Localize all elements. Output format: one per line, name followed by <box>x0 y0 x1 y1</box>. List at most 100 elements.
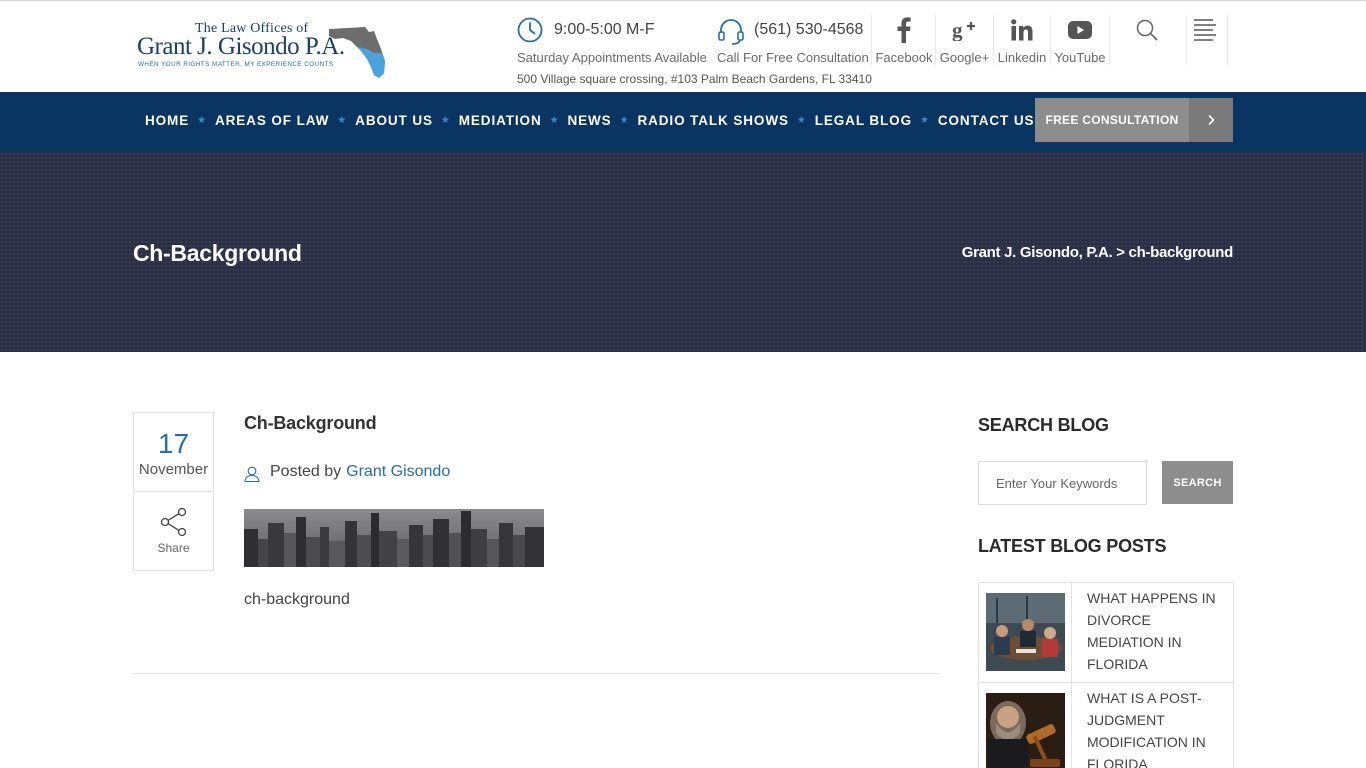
blog-search-button[interactable]: SEARCH <box>1162 461 1233 504</box>
phone-number[interactable]: (561) 530-4568 <box>754 21 863 39</box>
hours-text: 9:00-5:00 M-F <box>554 21 655 38</box>
star-icon: ★ <box>549 115 560 126</box>
latest-post-item[interactable]: What Happens in Divorce Mediation in Flo… <box>979 583 1233 683</box>
facebook-label: Facebook <box>875 50 933 65</box>
free-consultation-button[interactable]: FREE CONSULTATION <box>1035 98 1233 142</box>
city-skyline-image <box>244 509 544 567</box>
headset-icon <box>718 19 744 45</box>
header-divider <box>1186 15 1187 65</box>
breadcrumb[interactable]: Grant J. Gisondo, P.A. > ch-background <box>962 244 1234 261</box>
linkedin-link[interactable]: Linkedin <box>994 14 1050 66</box>
chevron-right-icon <box>1189 98 1233 142</box>
search-icon <box>1136 19 1158 41</box>
post-title[interactable]: Ch-Background <box>244 413 377 434</box>
nav-item-news[interactable]: NEWS <box>567 113 611 128</box>
post-thumbnail-mediation[interactable] <box>986 593 1065 671</box>
post-caption: ch-background <box>244 591 350 608</box>
nav-item-mediation[interactable]: MEDIATION <box>459 113 542 128</box>
nav-item-home[interactable]: HOME <box>145 113 189 128</box>
share-label[interactable]: Share <box>134 541 213 555</box>
header-divider <box>1109 15 1110 65</box>
post-thumbnail-judgment[interactable] <box>986 693 1065 768</box>
svg-text:g: g <box>952 19 963 41</box>
facebook-icon <box>897 17 911 43</box>
nav-item-radio-talk-shows[interactable]: RADIO TALK SHOWS <box>637 113 788 128</box>
nav-separator: ★ <box>433 115 459 126</box>
latest-posts-list: What Happens in Divorce Mediation in Flo… <box>978 582 1234 768</box>
latest-posts-heading: LATEST BLOG POSTS <box>978 536 1167 556</box>
star-icon: ★ <box>619 115 630 126</box>
header-divider <box>1227 15 1228 65</box>
facebook-link[interactable]: Facebook <box>873 14 935 66</box>
nav-label: NEWS <box>567 113 612 128</box>
post-day: 17 <box>157 428 190 459</box>
logo-line-2: Grant J. Gisondo P.A. <box>137 33 345 60</box>
nav-item-areas-of-law[interactable]: AREAS OF LAW <box>215 113 329 128</box>
youtube-label: YouTube <box>1054 50 1106 65</box>
user-icon <box>244 466 260 482</box>
menu-lines-icon <box>1194 19 1216 41</box>
nav-label: LEGAL BLOG <box>814 113 912 128</box>
site-logo[interactable]: The Law Offices of Grant J. Gisondo P.A.… <box>137 21 392 83</box>
nav-separator: ★ <box>189 115 215 126</box>
post-author-line: Posted by Grant Gisondo <box>244 462 450 482</box>
nav-label: HOME <box>145 113 190 128</box>
hours-subtext: Saturday Appointments Available <box>517 50 707 65</box>
share-icon[interactable] <box>160 507 188 537</box>
search-blog-heading: SEARCH BLOG <box>978 415 1109 435</box>
posted-by-label: Posted by <box>270 463 342 480</box>
youtube-link[interactable]: YouTube <box>1051 14 1109 66</box>
post-month: November <box>138 461 209 478</box>
menu-toggle-button[interactable] <box>1193 18 1217 44</box>
star-icon: ★ <box>337 115 348 126</box>
page-title-banner: Ch-Background Grant J. Gisondo, P.A. > c… <box>0 152 1366 352</box>
star-icon: ★ <box>920 115 930 126</box>
meeting-photo <box>986 593 1065 671</box>
nav-separator: ★ <box>912 115 938 126</box>
nav-item-contact-us[interactable]: CONTACT US <box>938 113 1035 128</box>
office-address: 500 Village square crossing, #103 Palm B… <box>517 72 872 86</box>
page-title: Ch-Background <box>133 240 302 266</box>
star-icon: ★ <box>796 115 807 126</box>
thumbnail-cell <box>979 683 1072 768</box>
star-icon: ★ <box>440 115 451 126</box>
post-divider <box>133 673 938 674</box>
logo-tagline: WHEN YOUR RIGHTS MATTER, MY EXPERIENCE C… <box>138 61 334 68</box>
author-link[interactable]: Grant Gisondo <box>346 463 450 481</box>
nav-separator: ★ <box>329 115 355 126</box>
post-image-city-skyline <box>244 509 544 567</box>
date-divider <box>134 491 213 492</box>
google-plus-icon: g <box>952 19 975 41</box>
thumbnail-cell <box>979 583 1072 682</box>
blog-search-input[interactable] <box>978 461 1147 505</box>
nav-separator: ★ <box>542 115 568 126</box>
google-plus-label: Google+ <box>939 50 990 65</box>
linkedin-label: Linkedin <box>997 50 1047 65</box>
latest-post-title[interactable]: What Happens in Divorce Mediation in Flo… <box>1087 587 1227 675</box>
nav-label: MEDIATION <box>458 113 542 128</box>
florida-map-icon <box>329 27 385 78</box>
youtube-icon <box>1068 21 1092 39</box>
nav-menu: HOME ★ AREAS OF LAW ★ ABOUT US ★ MEDIATI… <box>145 113 1034 128</box>
free-consultation-label: FREE CONSULTATION <box>1045 113 1179 127</box>
site-header: The Law Offices of Grant J. Gisondo P.A.… <box>0 1 1366 92</box>
phone-subtext: Call For Free Consultation <box>717 50 869 65</box>
linkedin-icon <box>1011 19 1033 41</box>
header-divider <box>871 15 872 65</box>
nav-label: AREAS OF LAW <box>214 113 330 128</box>
star-icon: ★ <box>197 115 207 126</box>
post-date-box: 17 November Share <box>133 412 214 571</box>
clock-icon <box>517 17 543 43</box>
header-search-button[interactable] <box>1136 19 1162 45</box>
latest-post-item[interactable]: What Is a Post-Judgment Modification in … <box>979 683 1233 768</box>
nav-separator: ★ <box>612 115 638 126</box>
nav-item-about-us[interactable]: ABOUT US <box>355 113 433 128</box>
gavel-photo <box>986 693 1065 768</box>
nav-item-legal-blog[interactable]: LEGAL BLOG <box>815 113 912 128</box>
latest-post-title[interactable]: What Is a Post-Judgment Modification in … <box>1087 687 1227 768</box>
nav-label: RADIO TALK SHOWS <box>637 113 789 128</box>
nav-label: CONTACT US <box>937 113 1035 128</box>
google-plus-link[interactable]: g Google+ <box>936 14 993 66</box>
nav-label: ABOUT US <box>355 113 433 128</box>
nav-separator: ★ <box>789 115 815 126</box>
